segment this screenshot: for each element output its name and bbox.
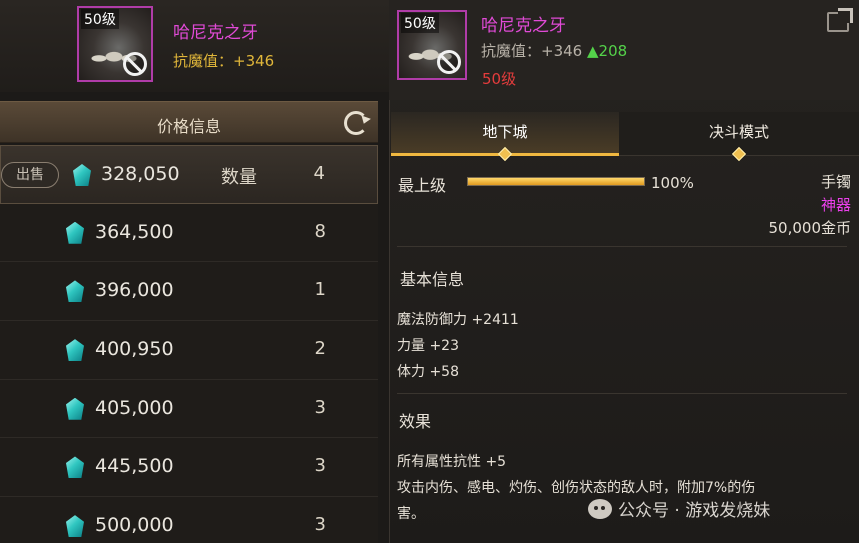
divider	[397, 393, 847, 394]
gem-icon	[66, 221, 84, 244]
price-value: 445,500	[95, 455, 174, 478]
item-icon-haniks-fang[interactable]: 50级	[77, 6, 153, 82]
quantity-label: 数量	[221, 167, 257, 188]
price-row[interactable]: 出售 328,050 数量 4	[0, 145, 378, 204]
level-requirement: 50级	[482, 70, 517, 88]
detail-stat: 抗魔值：+346 ▲208	[481, 40, 627, 61]
divider	[397, 246, 847, 247]
price-value: 400,950	[95, 338, 174, 361]
quantity-value: 3	[314, 455, 326, 477]
price-row[interactable]: 500,000 3	[0, 497, 378, 543]
item-rarity: 神器	[820, 196, 851, 214]
no-trade-icon	[123, 52, 147, 76]
gem-icon	[66, 339, 84, 362]
price-value: 364,500	[95, 220, 174, 243]
tab-dungeon[interactable]: 地下城	[391, 112, 619, 162]
quantity-value: 4	[313, 163, 325, 184]
price-value: 396,000	[95, 279, 174, 302]
gem-icon	[66, 456, 84, 479]
watermark: 公众号 · 游戏发烧妹	[588, 496, 770, 521]
watermark-text: 公众号 · 游戏发烧妹	[618, 501, 771, 521]
quantity-value: 8	[314, 220, 326, 242]
gem-icon	[66, 280, 84, 303]
tab-duel-label: 决斗模式	[708, 123, 769, 141]
grade-progress-fill	[468, 178, 644, 185]
price-list: 出售 328,050 数量 4 364,500 8 396,000 1 400,…	[0, 145, 378, 543]
quantity-value: 2	[314, 338, 326, 360]
price-row[interactable]: 364,500 8	[0, 203, 378, 263]
detail-stat-up: ▲208	[586, 42, 628, 60]
item-type: 手镯	[820, 173, 851, 191]
basic-info-title: 基本信息	[400, 270, 465, 289]
effect-title: 效果	[399, 412, 432, 431]
effect-line: 害。	[397, 506, 425, 522]
basic-stat: 力量 +23	[397, 338, 459, 354]
quantity-value: 3	[314, 514, 326, 536]
no-trade-icon	[437, 50, 461, 74]
quantity-value: 3	[314, 396, 326, 418]
price-info-header: 价格信息	[0, 101, 378, 143]
share-icon[interactable]	[827, 8, 853, 32]
wechat-icon	[588, 498, 612, 519]
price-row[interactable]: 445,500 3	[0, 438, 378, 498]
tab-duel-mode[interactable]: 决斗模式	[619, 112, 859, 162]
detail-item-name: 哈尼克之牙	[481, 16, 566, 36]
quantity-value: 1	[314, 279, 326, 301]
basic-stat: 魔法防御力 +2411	[397, 312, 519, 328]
item-level-badge: 50级	[401, 13, 439, 33]
price-info-title: 价格信息	[156, 117, 221, 136]
refresh-icon[interactable]	[344, 111, 368, 135]
left-item-header: 50级 哈尼克之牙 抗魔值：+346	[0, 0, 390, 92]
price-row[interactable]: 396,000 1	[0, 262, 378, 322]
price-row[interactable]: 405,000 3	[0, 379, 378, 439]
gem-icon	[73, 164, 91, 186]
price-value: 500,000	[95, 514, 174, 537]
price-value: 328,050	[101, 163, 180, 185]
gem-icon	[66, 515, 84, 538]
basic-stat: 体力 +58	[397, 364, 459, 380]
detail-item-icon: 50级	[397, 10, 467, 80]
item-stat: 抗魔值：+346	[173, 52, 275, 70]
sell-button[interactable]: 出售	[1, 162, 59, 188]
item-name: 哈尼克之牙	[173, 23, 258, 43]
effect-line: 攻击内伤、感电、灼伤、创伤状态的敌人时，附加7%的伤	[397, 480, 756, 496]
grade-label: 最上级	[398, 176, 447, 195]
tab-dungeon-label: 地下城	[482, 123, 528, 141]
price-row[interactable]: 400,950 2	[0, 321, 378, 380]
item-value: 50,000金币	[768, 219, 852, 237]
detail-stat-label: 抗魔值：+346	[481, 42, 583, 60]
grade-progress-bar	[467, 177, 645, 186]
price-value: 405,000	[95, 396, 174, 419]
gem-icon	[66, 397, 84, 420]
effect-line: 所有属性抗性 +5	[397, 454, 507, 470]
grade-percent: 100%	[651, 174, 694, 192]
item-level-badge: 50级	[81, 9, 119, 29]
